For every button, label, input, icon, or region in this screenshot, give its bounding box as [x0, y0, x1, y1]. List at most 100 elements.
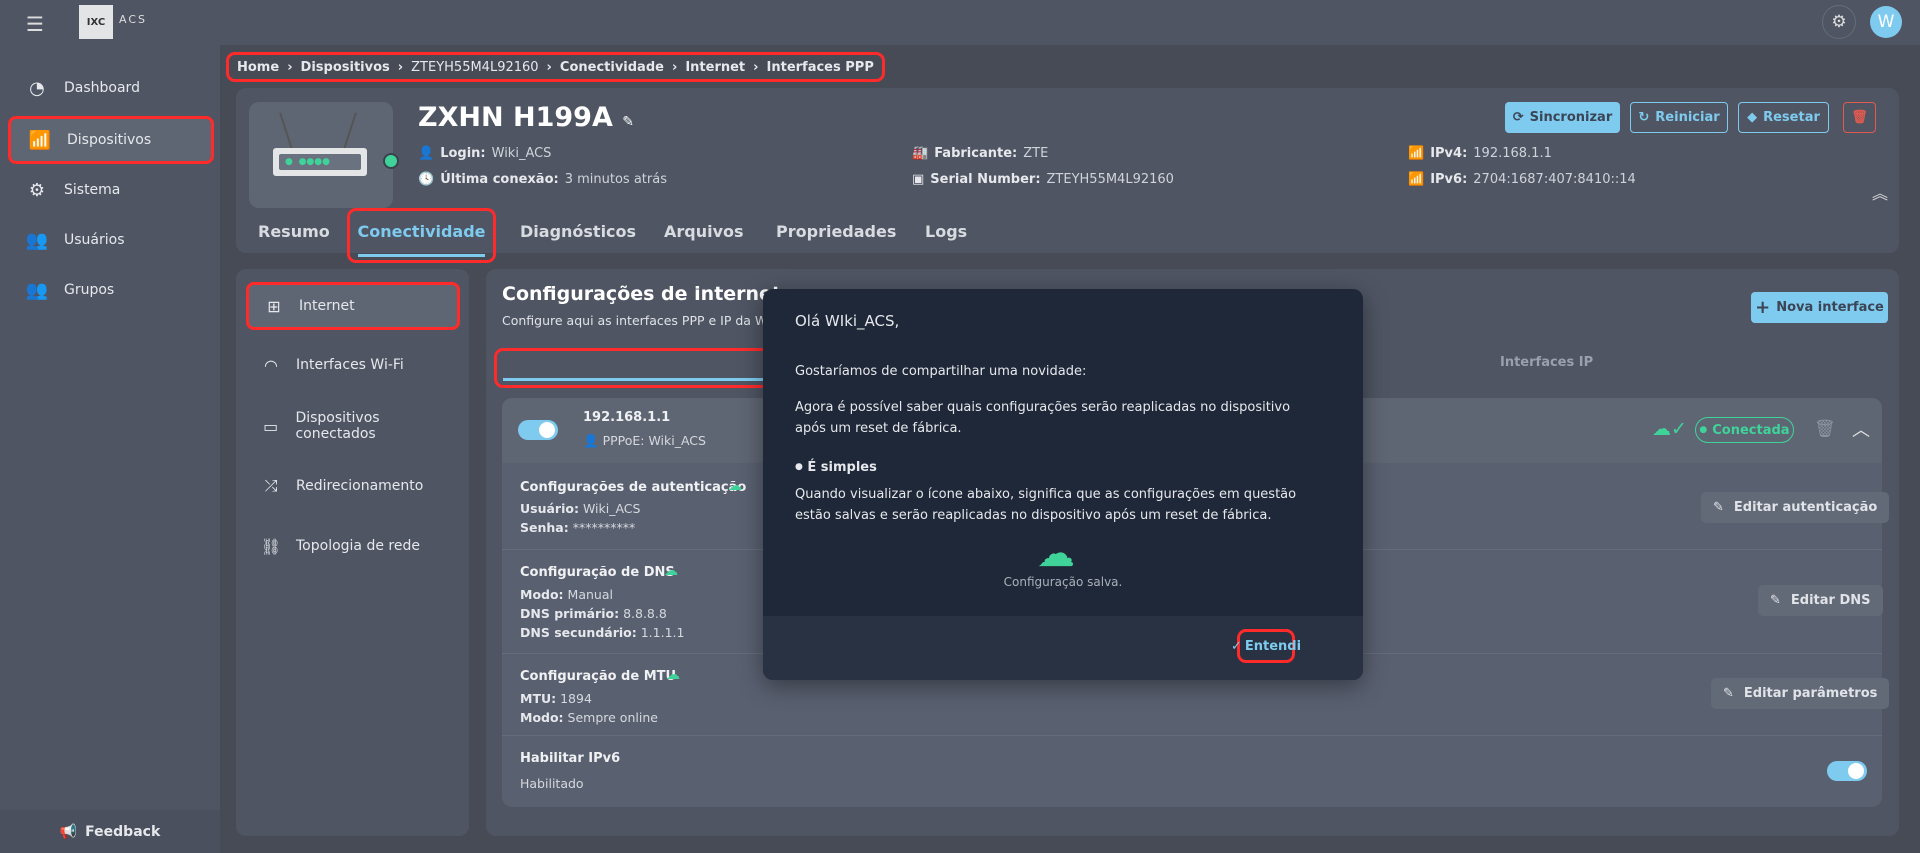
breadcrumb-item[interactable]: ZTEYH55M4L92160 [411, 60, 538, 75]
users-icon: 👥 [25, 229, 49, 251]
menu-item-wifi[interactable]: ◠ Interfaces Wi-Fi [246, 341, 460, 389]
topology-icon: ⛓ [260, 536, 282, 556]
news-modal: Olá WIki_ACS, Gostaríamos de compartilha… [763, 289, 1363, 680]
modal-bullet: ● É simples [795, 460, 877, 475]
sidebar-item-sistema[interactable]: ⚙ Sistema [8, 167, 214, 213]
chip-icon: ▣ [912, 172, 925, 187]
chevron-up-icon[interactable]: ︿ [1852, 416, 1870, 442]
delete-interface-icon[interactable]: 🗑 [1814, 419, 1836, 439]
router-icon: ● ●●●● [273, 148, 367, 176]
ipv6-info: 📶 IPv6: 2704:1687:407:8410::14 [1408, 172, 1636, 187]
cloud-check-icon: ☁ [664, 563, 678, 579]
user-icon: 👤 [583, 433, 599, 448]
modal-text: Agora é possível saber quais configuraçõ… [795, 400, 1291, 436]
sidebar-item-dashboard[interactable]: ◔ Dashboard [8, 65, 214, 111]
devices-icon: ▭ [263, 416, 279, 436]
tab-diagnosticos[interactable]: Diagnósticos [520, 222, 636, 241]
tab-propriedades[interactable]: Propriedades [776, 222, 896, 241]
new-interface-button[interactable]: + Nova interface [1751, 292, 1888, 323]
megaphone-icon: 📢 [59, 823, 78, 840]
sidebar-item-label: Sistema [64, 182, 121, 198]
groups-icon: 👥 [25, 279, 49, 301]
tab-resumo[interactable]: Resumo [258, 222, 330, 241]
router-icon: 📶 [1408, 172, 1425, 187]
menu-item-internet[interactable]: ⊞ Internet [246, 282, 460, 330]
login-info: 👤 Login: Wiki_ACS [418, 146, 552, 161]
network-icon: ⊞ [267, 296, 281, 316]
gear-icon: ⚙ [1831, 12, 1847, 32]
modal-text: Quando visualizar o ícone abaixo, signif… [795, 487, 1297, 523]
feedback-label: Feedback [85, 823, 161, 840]
device-name: ZXHN H199A ✎ [418, 102, 634, 133]
edit-dns-button[interactable]: ✎ Editar DNS [1758, 585, 1883, 616]
edit-icon: ✎ [1770, 593, 1781, 608]
top-bar: ☰ IXC ACS ⚙ W [0, 0, 1920, 45]
last-connection-info: 🕓 Última conexão: 3 minutos atrás [418, 172, 667, 187]
reset-button[interactable]: ◆ Resetar [1738, 102, 1829, 133]
icon-caption: Configuração salva. [1003, 575, 1123, 589]
status-badge: ● Conectada [1695, 417, 1794, 443]
interface-toggle[interactable] [518, 420, 558, 440]
modal-greeting: Olá WIki_ACS, [795, 312, 900, 330]
chevron-right-icon: › [546, 59, 552, 75]
logo-sub: ACS [119, 13, 147, 26]
tab-logs[interactable]: Logs [925, 222, 967, 241]
cloud-check-icon: ☁ [1037, 531, 1075, 575]
cloud-check-icon: ☁✓ [1652, 418, 1687, 440]
avatar[interactable]: W [1870, 6, 1902, 38]
check-icon: ✓ [1230, 638, 1242, 654]
edit-icon: ✎ [1723, 686, 1734, 701]
tab-conectividade[interactable]: Conectividade [347, 208, 496, 263]
edit-mtu-button[interactable]: ✎ Editar parâmetros [1711, 678, 1890, 709]
trash-icon: 🗑 [1851, 110, 1868, 125]
sidebar-item-label: Dashboard [64, 80, 140, 96]
sync-button[interactable]: ⟳ Sincronizar [1505, 102, 1620, 133]
sidebar-item-label: Grupos [64, 282, 115, 298]
device-image: ● ●●●● [249, 102, 399, 208]
ipv6-section: Habilitar IPv6 Habilitado [502, 735, 1882, 807]
breadcrumb-item[interactable]: Home [237, 60, 279, 75]
wifi-icon: ◠ [264, 355, 278, 375]
collapse-chevrons-icon[interactable]: ︽ [1872, 180, 1888, 204]
breadcrumb-item[interactable]: Conectividade [560, 60, 664, 75]
router-icon: 📶 [1408, 146, 1425, 161]
breadcrumb-item: Interfaces PPP [766, 59, 874, 75]
menu-item-redirect[interactable]: ⤮ Redirecionamento [246, 462, 460, 510]
menu-item-connected-devices[interactable]: ▭ Dispositivos conectados [246, 402, 460, 450]
feedback-button[interactable]: 📢 Feedback [0, 810, 220, 853]
breadcrumb-item[interactable]: Internet [685, 60, 745, 75]
breadcrumb-item[interactable]: Dispositivos [301, 60, 390, 75]
subtab-ppp[interactable] [494, 348, 774, 388]
ipv4-info: 📶 IPv4: 192.168.1.1 [1408, 146, 1552, 161]
page-subtitle: Configure aqui as interfaces PPP e IP da… [502, 313, 785, 328]
sidebar-item-grupos[interactable]: 👥 Grupos [8, 267, 214, 313]
user-icon: 👤 [418, 146, 435, 161]
edit-icon[interactable]: ✎ [622, 114, 634, 130]
ipv6-toggle[interactable] [1827, 761, 1867, 781]
cloud-check-icon: ☁ [666, 667, 680, 683]
menu-icon[interactable]: ☰ [26, 12, 44, 36]
restart-button[interactable]: ↻ Reiniciar [1630, 102, 1728, 133]
sidebar-item-label: Dispositivos [67, 132, 152, 148]
edit-icon: ✎ [1713, 500, 1724, 515]
chevron-right-icon: › [671, 59, 678, 75]
router-icon: 📶 [28, 129, 52, 151]
settings-button[interactable]: ⚙ [1822, 5, 1856, 39]
chevron-right-icon: › [753, 59, 759, 75]
edit-auth-button[interactable]: ✎ Editar autenticação [1701, 492, 1890, 523]
chevron-right-icon: › [287, 59, 293, 75]
logo: IXC [79, 5, 113, 39]
subtab-ip[interactable]: Interfaces IP [1500, 355, 1593, 370]
interface-pppoe: 👤 PPPoE: Wiki_ACS [583, 433, 706, 448]
tab-arquivos[interactable]: Arquivos [664, 222, 744, 241]
sidebar-item-usuarios[interactable]: 👥 Usuários [8, 217, 214, 263]
sidebar: ◔ Dashboard 📶 Dispositivos ⚙ Sistema 👥 Usuár… [0, 45, 220, 853]
menu-item-topology[interactable]: ⛓ Topologia de rede [246, 522, 460, 570]
clock-icon: 🕓 [418, 172, 435, 187]
eraser-icon: ◆ [1747, 110, 1758, 125]
delete-device-button[interactable]: 🗑 [1843, 102, 1876, 133]
sidebar-item-dispositivos[interactable]: 📶 Dispositivos [8, 116, 214, 164]
serial-info: ▣ Serial Number: ZTEYH55M4L92160 [912, 172, 1174, 187]
online-status-dot [383, 153, 399, 169]
understood-button[interactable]: ✓ Entendi [1231, 629, 1301, 663]
